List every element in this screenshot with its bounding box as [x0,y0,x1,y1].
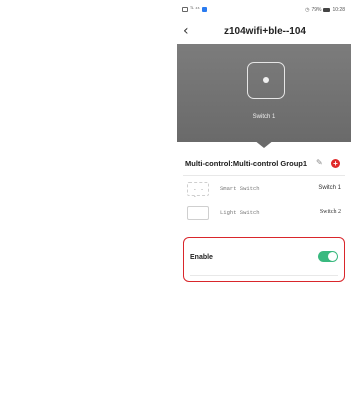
page-title: z104wifi+ble--104 [224,26,306,37]
status-bar: ᵀᴸ ⁴⁶ ◷ 79% 10:28 [177,0,351,22]
status-left: ᵀᴸ ⁴⁶ [182,7,207,12]
add-device-button[interactable]: + [331,159,340,168]
sim-icon [182,7,188,12]
toggle-knob [328,252,337,261]
switch-label: Switch 1 [252,114,276,120]
device-switch-channel: Switch 1 [318,185,341,191]
battery-percent: 79% [311,7,322,13]
device-switch-channel: Switch 2 [319,209,341,215]
nav-bar: ‹ z104wifi+ble--104 [177,22,351,42]
enable-toggle[interactable] [318,251,338,262]
phone-screen: ᵀᴸ ⁴⁶ ◷ 79% 10:28 ‹ z104wifi+ble--104 Sw… [177,0,351,393]
device-icon-glyph: - - - [193,186,204,200]
signal-icon: ᵀᴸ ⁴⁶ [190,6,200,12]
group-title: Multi-control:Multi-control Group1 [185,159,308,168]
divider [183,175,345,176]
clock: 10:28 [332,7,345,13]
notification-icon [201,7,207,12]
light-switch-icon [187,206,209,220]
switch-hero-panel: Switch 1 [177,44,351,142]
alarm-icon: ◷ [305,7,310,13]
chevron-left-icon[interactable]: ‹ [183,24,189,38]
edit-icon[interactable]: ✎ [316,158,323,167]
status-right: ◷ 79% 10:28 [305,7,345,13]
device-name: Light Switch [220,209,260,216]
device-name: Smart Switch [220,185,260,192]
switch-button[interactable] [247,62,285,99]
device-row[interactable]: - - - Smart Switch Switch 1 [183,180,345,200]
smart-switch-icon: - - - [187,182,209,200]
switch-indicator-icon [263,77,269,83]
enable-label: Enable [190,254,213,261]
device-row[interactable]: Light Switch Switch 2 [183,204,345,224]
multi-control-group-card: Multi-control:Multi-control Group1 ✎ + -… [183,151,345,227]
battery-icon [323,8,331,12]
enable-row: Enable [183,237,345,282]
divider [190,275,338,276]
hero-pointer [254,140,274,148]
